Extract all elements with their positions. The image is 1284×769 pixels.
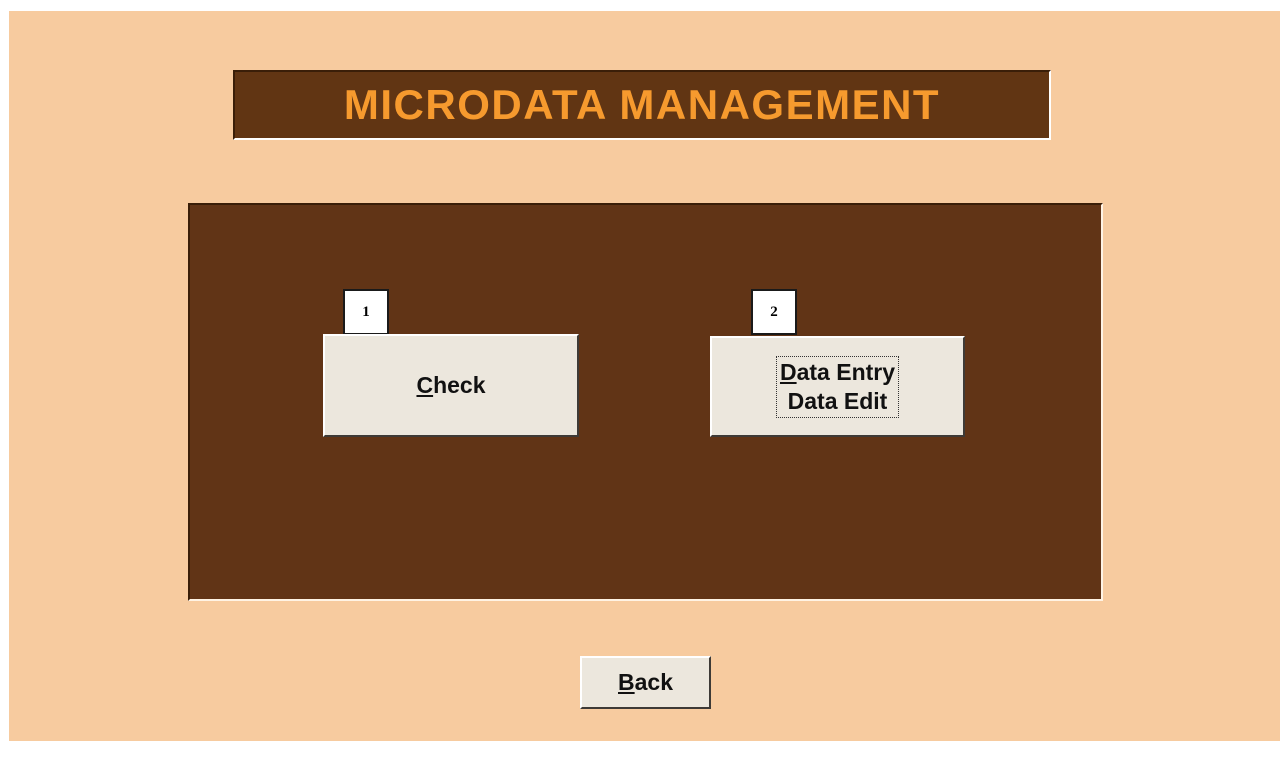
title-banner: MICRODATA MANAGEMENT: [233, 70, 1051, 140]
check-label-rest: heck: [433, 372, 486, 398]
callout-badge-1: 1: [343, 289, 389, 335]
callout-badge-2: 2: [751, 289, 797, 335]
back-button-label: Back: [618, 669, 673, 696]
focus-rectangle: Data Entry Data Edit: [775, 355, 900, 418]
back-accelerator: B: [618, 669, 635, 695]
microdata-management-form: MICRODATA MANAGEMENT 1 2 Check Data Entr…: [9, 11, 1280, 741]
check-accelerator: C: [416, 372, 434, 398]
data-entry-label: Data Entry: [780, 358, 895, 387]
back-button[interactable]: Back: [580, 656, 711, 709]
callout-badge-2-label: 2: [770, 303, 778, 320]
back-label-rest: ack: [634, 669, 673, 695]
check-button-label: Check: [416, 372, 485, 399]
page-title: MICRODATA MANAGEMENT: [343, 81, 941, 128]
data-entry-edit-button[interactable]: Data Entry Data Edit: [710, 336, 965, 437]
data-edit-label: Data Edit: [787, 387, 888, 414]
check-button[interactable]: Check: [323, 334, 579, 437]
callout-badge-1-label: 1: [362, 303, 370, 320]
data-entry-label-rest: ata Entry: [796, 358, 896, 385]
data-entry-accelerator: D: [779, 358, 797, 385]
